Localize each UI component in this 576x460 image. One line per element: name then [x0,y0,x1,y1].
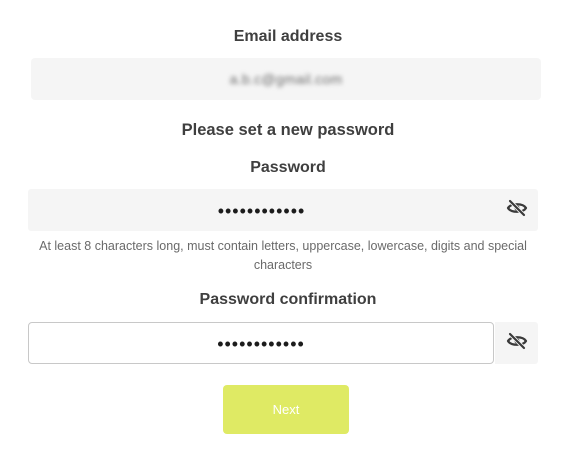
eye-slash-icon [506,331,528,355]
toggle-password-visibility-button[interactable] [495,189,538,231]
password-requirements-hint: At least 8 characters long, must contain… [39,239,527,272]
set-password-form: Email address a.b.c@gmail.com Please set… [0,0,576,460]
password-confirmation-input[interactable]: •••••••••••• [28,322,494,364]
email-field: a.b.c@gmail.com [31,58,541,100]
next-button[interactable]: Next [223,385,349,434]
toggle-confirmation-visibility-button[interactable] [495,322,538,364]
form-heading: Please set a new password [181,121,395,139]
email-label: Email address [233,28,343,45]
password-field-group: •••••••••••• [28,189,538,231]
email-value: a.b.c@gmail.com [229,71,343,87]
password-input[interactable]: •••••••••••• [28,189,495,231]
eye-slash-icon [506,198,528,222]
password-label: Password [250,159,326,176]
password-confirmation-field-group: •••••••••••• [28,322,538,364]
password-confirmation-label: Password confirmation [199,291,377,308]
